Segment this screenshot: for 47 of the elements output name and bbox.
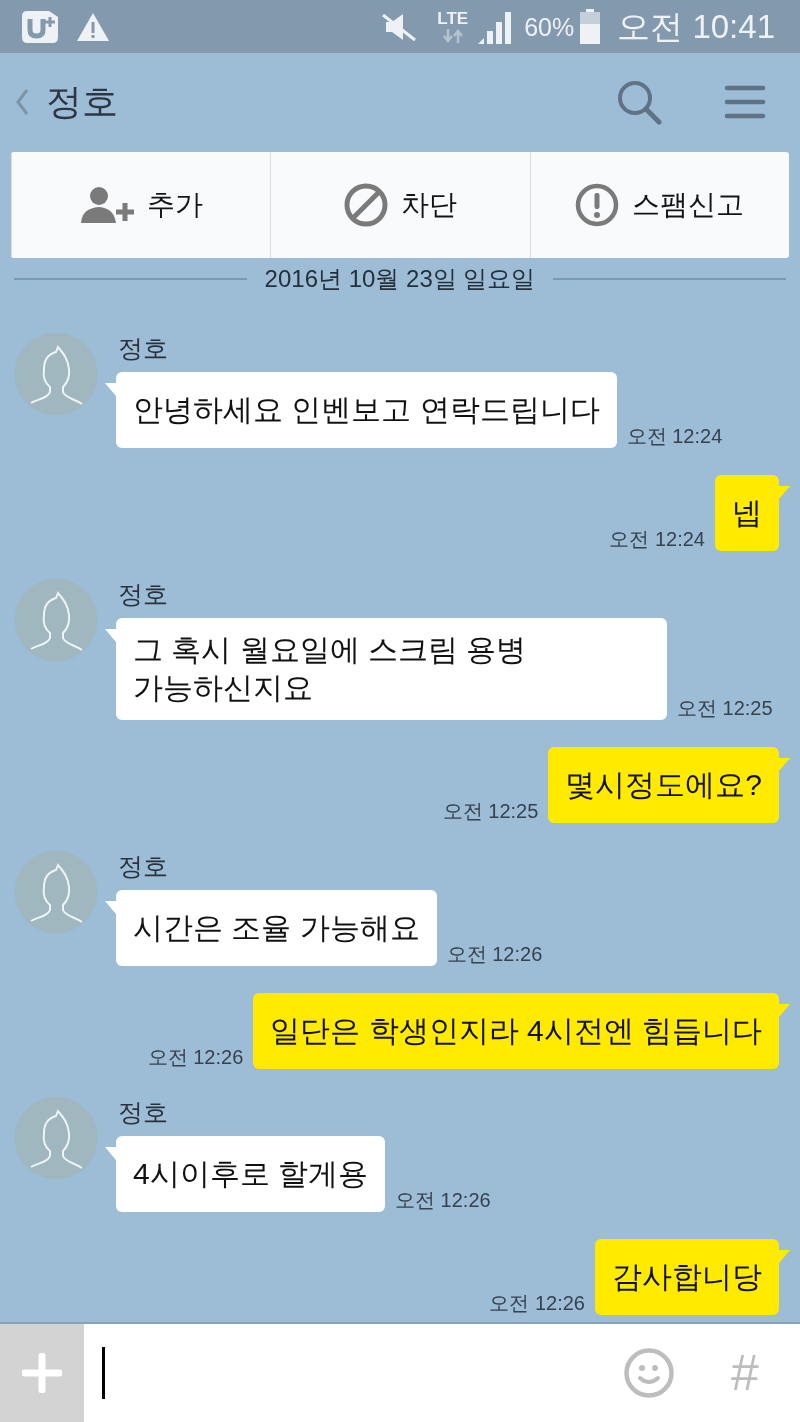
battery-icon <box>579 9 602 44</box>
message-time: 오전 12:24 <box>626 424 723 448</box>
sender-name: 정호 <box>118 1098 168 1126</box>
signal-icon <box>476 9 513 44</box>
avatar-icon <box>14 578 98 662</box>
add-person-icon <box>79 186 134 224</box>
message-bubble: 안녕하세요 인벤보고 연락드립니다 <box>105 372 617 448</box>
message-bubble: 그 혹시 월요일에 스크림 용병 가능하신지요 <box>105 618 667 720</box>
message-time: 오전 12:26 <box>446 942 543 966</box>
plus-icon <box>22 1353 62 1393</box>
message-bubble: 4시이후로 할게용 <box>105 1136 386 1212</box>
exclamation-icon <box>575 183 620 227</box>
sender-name: 정호 <box>118 334 168 362</box>
message-time: 오전 12:25 <box>677 696 773 720</box>
avatar-icon <box>14 1096 98 1180</box>
network-type-label: LTE <box>437 10 469 27</box>
message-time: 오전 12:24 <box>609 527 705 551</box>
avatar-icon <box>14 332 98 416</box>
mute-icon <box>381 11 418 42</box>
menu-icon[interactable] <box>724 83 766 120</box>
warning-icon <box>76 11 110 42</box>
clock-time: 오전 10:41 <box>617 7 775 46</box>
block-button[interactable]: 차단 <box>270 152 530 258</box>
sender-name: 정호 <box>118 852 168 880</box>
message-bubble: 시간은 조율 가능해요 <box>105 890 437 966</box>
prohibited-icon <box>344 183 388 227</box>
sender-name: 정호 <box>118 580 168 608</box>
date-label: 2016년 10월 23일 일요일 <box>264 264 536 294</box>
data-arrows-icon <box>442 29 463 43</box>
search-icon[interactable] <box>616 78 662 125</box>
back-icon[interactable] <box>14 87 30 116</box>
logo-icon <box>20 9 60 44</box>
message-bubble: 일단은 학생인지라 4시전엔 힘듭니다 <box>253 993 790 1069</box>
message-time: 오전 12:26 <box>489 1291 585 1315</box>
smiley-icon[interactable] <box>624 1348 675 1398</box>
add-friend-button[interactable]: 추가 <box>11 152 271 258</box>
report-spam-button[interactable]: 스팸신고 <box>529 152 789 258</box>
message-bubble: 몇시정도에요? <box>548 747 790 823</box>
chat-title: 정호 <box>46 79 118 124</box>
message-bubble: 넵 <box>715 475 790 551</box>
battery-percent: 60% <box>524 11 575 42</box>
message-time: 오전 12:26 <box>147 1045 244 1069</box>
message-time: 오전 12:26 <box>395 1188 491 1212</box>
message-bubble: 감사합니당 <box>595 1239 790 1315</box>
avatar-icon <box>14 850 98 934</box>
message-time: 오전 12:25 <box>442 799 539 823</box>
add-button[interactable] <box>0 1324 84 1422</box>
